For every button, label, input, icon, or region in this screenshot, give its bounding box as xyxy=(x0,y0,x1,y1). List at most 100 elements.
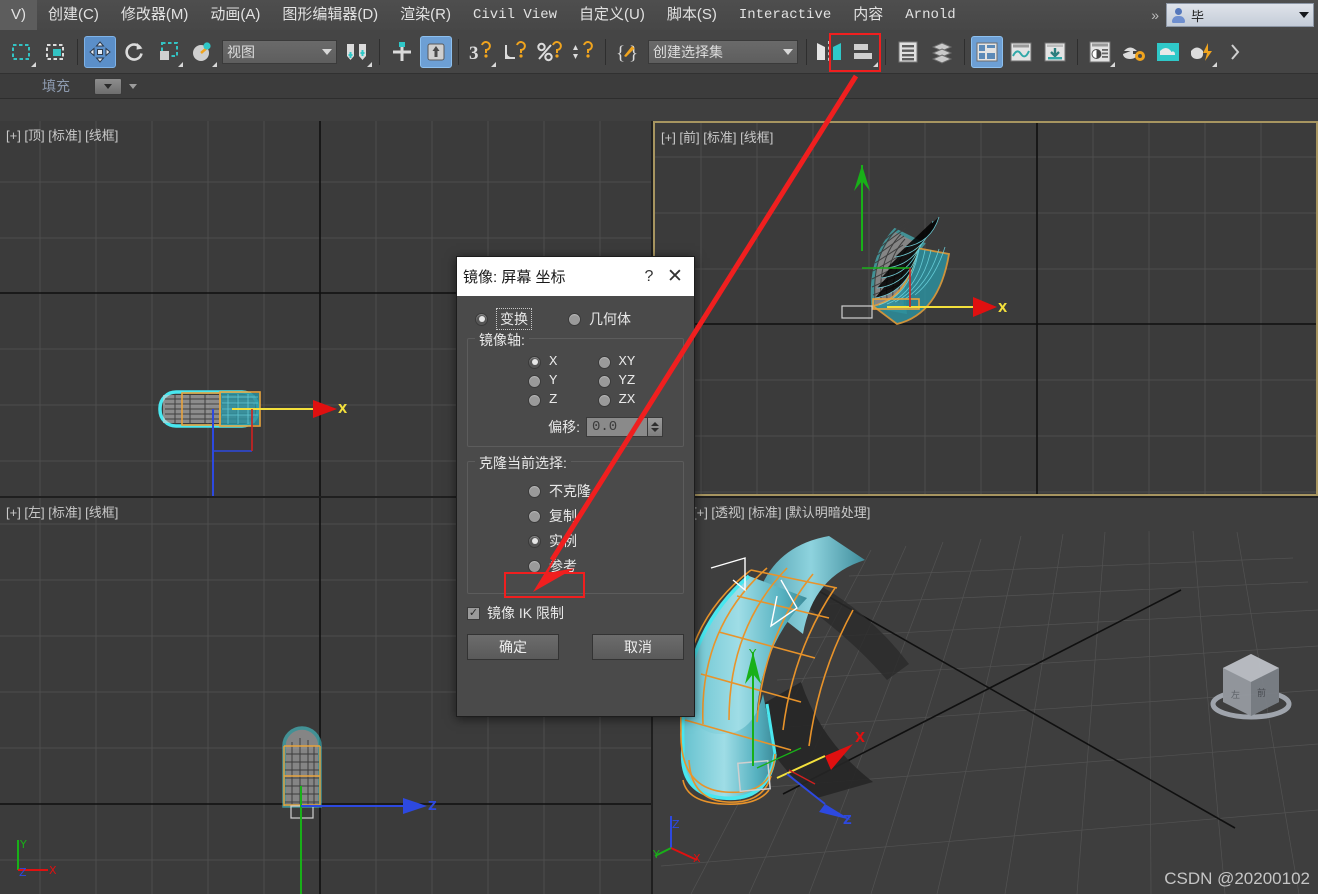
offset-spinner[interactable]: 0.0 xyxy=(586,417,663,437)
select-by-name-button[interactable] xyxy=(39,36,71,68)
viewport-perspective[interactable]: X Y Z Z X Y 左 前 [+] [透视] [标准] [默认明暗处理] xyxy=(653,498,1318,894)
clone-reference-row[interactable]: 参考 xyxy=(476,556,675,576)
mirror-mode-row: 变换 几何体 xyxy=(475,308,684,330)
layer-explorer-button[interactable] xyxy=(892,36,924,68)
fill-flyout-chevron-icon[interactable] xyxy=(129,83,137,89)
menu-item-modifiers[interactable]: 修改器(M) xyxy=(110,0,200,30)
axis-z-label: Z xyxy=(549,392,558,408)
axis-xy-row[interactable]: XY xyxy=(576,354,676,370)
axis-x-label: X xyxy=(549,354,558,370)
menu-item-view[interactable]: V) xyxy=(0,0,37,30)
menu-item-interactive[interactable]: Interactive xyxy=(728,0,842,30)
angle-snap-toggle-button[interactable] xyxy=(499,36,531,68)
snaps-toggle-button[interactable] xyxy=(420,35,452,68)
close-icon[interactable]: ✕ xyxy=(662,267,688,286)
menu-item-rendering[interactable]: 渲染(R) xyxy=(389,0,462,30)
mirror-button[interactable] xyxy=(813,36,845,68)
offset-spinner-buttons[interactable] xyxy=(647,418,662,436)
user-name-label: 毕 xyxy=(1191,8,1205,24)
clone-copy-radio[interactable] xyxy=(528,509,541,523)
render-overflow-button[interactable] xyxy=(1220,36,1252,68)
geometry-radio[interactable] xyxy=(568,312,581,326)
mirror-dialog[interactable]: 镜像: 屏幕 坐标 ? ✕ 变换 几何体 镜像轴: X Y Z XY YZ ZX… xyxy=(456,256,695,717)
clone-instance-radio[interactable] xyxy=(528,534,541,548)
menu-item-customize[interactable]: 自定义(U) xyxy=(568,0,656,30)
axis-x-radio[interactable] xyxy=(528,355,541,369)
align-button[interactable] xyxy=(847,36,879,68)
svg-text:Z: Z xyxy=(428,799,437,813)
spinner-snap-toggle-button[interactable] xyxy=(567,36,599,68)
svg-text:3: 3 xyxy=(469,43,479,63)
cancel-button[interactable]: 取消 xyxy=(592,634,684,660)
scene-explorer-button[interactable] xyxy=(926,36,958,68)
mirror-axis-group-title: 镜像轴: xyxy=(475,330,529,350)
ribbon-toggle-button[interactable] xyxy=(971,35,1003,68)
schematic-view-button[interactable] xyxy=(1039,36,1071,68)
select-and-place-button[interactable] xyxy=(186,36,218,68)
axis-zx-row[interactable]: ZX xyxy=(576,392,676,408)
mirror-dialog-titlebar[interactable]: 镜像: 屏幕 坐标 ? ✕ xyxy=(457,257,694,296)
menu-item-civil-view[interactable]: Civil View xyxy=(462,0,568,30)
viewport-front[interactable]: X [+] [前] [标准] [线框] xyxy=(653,121,1318,496)
flyout-arrow-icon xyxy=(491,61,496,67)
use-pivot-center-button[interactable] xyxy=(341,36,373,68)
render-setup-button[interactable] xyxy=(1118,36,1150,68)
mirror-ik-limits-row[interactable]: 镜像 IK 限制 xyxy=(467,603,684,623)
axis-zx-radio[interactable] xyxy=(597,393,611,407)
menu-item-content[interactable]: 内容 xyxy=(842,0,894,30)
mirror-dialog-title: 镜像: 屏幕 坐标 xyxy=(463,269,566,286)
axis-z-row[interactable]: Z xyxy=(476,392,576,408)
fill-dropdown-button[interactable] xyxy=(94,77,122,95)
ok-button[interactable]: 确定 xyxy=(467,634,559,660)
fill-label: 填充 xyxy=(42,78,70,94)
menu-item-create[interactable]: 创建(C) xyxy=(37,0,110,30)
axis-yz-radio[interactable] xyxy=(597,374,611,388)
menu-bar: V) 创建(C) 修改器(M) 动画(A) 图形编辑器(D) 渲染(R) Civ… xyxy=(0,0,1318,31)
named-selection-sets-dropdown[interactable]: 创建选择集 xyxy=(648,39,798,64)
svg-text:Y: Y xyxy=(653,848,660,861)
menu-item-scripting[interactable]: 脚本(S) xyxy=(656,0,728,30)
clone-none-row[interactable]: 不克隆 xyxy=(476,481,675,501)
reference-coordinate-system-dropdown[interactable]: 视图 xyxy=(222,39,337,64)
spinner-up-icon[interactable] xyxy=(651,422,659,426)
select-and-manipulate-button[interactable] xyxy=(386,36,418,68)
axis-y-row[interactable]: Y xyxy=(476,373,576,389)
main-toolbar: 视图 3 {} 创建选择集 xyxy=(0,30,1318,74)
select-and-move-button[interactable] xyxy=(84,35,116,68)
menu-overflow-chevrons[interactable]: » xyxy=(1144,7,1166,23)
help-button[interactable]: ? xyxy=(636,268,662,286)
axis-x-row[interactable]: X xyxy=(476,354,576,370)
select-object-button[interactable] xyxy=(5,36,37,68)
clone-instance-row[interactable]: 实例 xyxy=(476,531,675,551)
rendered-frame-window-button[interactable] xyxy=(1152,36,1184,68)
edit-named-selection-sets-button[interactable]: {} xyxy=(612,36,644,68)
axis-z-radio[interactable] xyxy=(528,393,541,407)
select-and-scale-button[interactable] xyxy=(152,36,184,68)
spinner-down-icon[interactable] xyxy=(651,428,659,432)
clone-none-radio[interactable] xyxy=(528,484,541,498)
material-editor-button[interactable] xyxy=(1084,36,1116,68)
snaps-toggle-3d-button[interactable]: 3 xyxy=(465,36,497,68)
toolbar-separator xyxy=(885,38,886,65)
axis-xy-radio[interactable] xyxy=(597,355,611,369)
axis-y-radio[interactable] xyxy=(528,374,541,388)
toolbar-separator xyxy=(77,38,78,65)
menu-item-animation[interactable]: 动画(A) xyxy=(199,0,271,30)
clone-copy-row[interactable]: 复制 xyxy=(476,506,675,526)
axis-yz-label: YZ xyxy=(618,373,636,389)
menu-item-arnold[interactable]: Arnold xyxy=(894,0,966,30)
menu-item-graph-editors[interactable]: 图形编辑器(D) xyxy=(271,0,389,30)
offset-value[interactable]: 0.0 xyxy=(587,419,647,435)
toolbar-separator xyxy=(458,38,459,65)
transform-radio-label: 变换 xyxy=(496,308,532,330)
svg-text:Z: Z xyxy=(843,813,852,827)
transform-radio[interactable] xyxy=(475,312,488,326)
percent-snap-toggle-button[interactable] xyxy=(533,36,565,68)
clone-reference-radio[interactable] xyxy=(528,559,541,573)
mirror-ik-limits-checkbox[interactable] xyxy=(467,606,480,620)
axis-yz-row[interactable]: YZ xyxy=(576,373,676,389)
user-account-dropdown[interactable]: 毕 xyxy=(1166,3,1314,27)
render-production-button[interactable] xyxy=(1186,36,1218,68)
curve-editor-button[interactable] xyxy=(1005,36,1037,68)
select-and-rotate-button[interactable] xyxy=(118,36,150,68)
